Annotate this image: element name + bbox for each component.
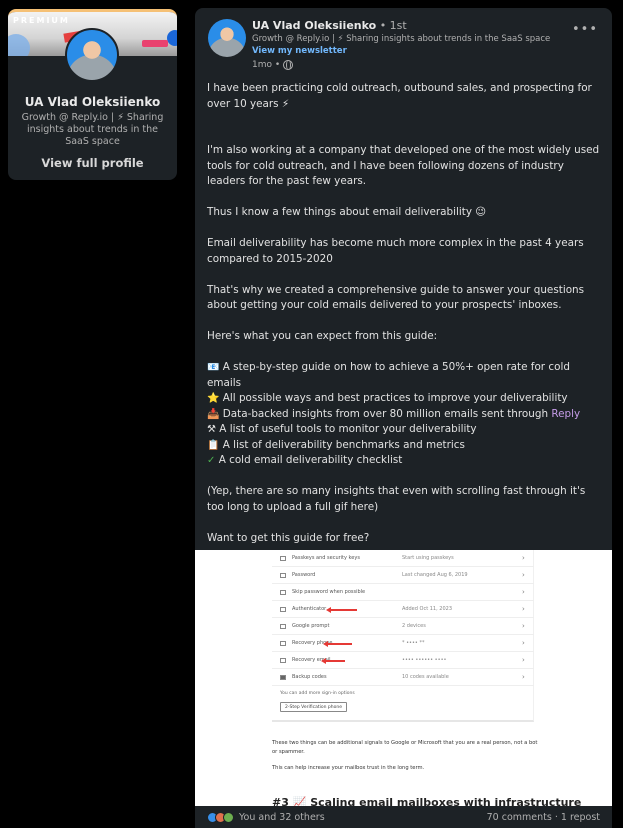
more-options-button[interactable]: ••• [572,22,598,37]
checkmark-icon: ✓ [207,455,216,466]
skip-password-icon [280,589,286,595]
profile-headline: Growth @ Reply.io | ⚡ Sharing insights a… [21,112,164,147]
banner-decoration [8,34,30,56]
post-media-image[interactable]: Passkeys and security keys Start using pa… [195,550,612,806]
view-newsletter-link[interactable]: View my newsletter [252,46,347,56]
authenticator-icon [280,606,286,612]
chevron-right-icon: › [522,622,525,630]
reactions-summary[interactable]: You and 32 others [207,811,325,823]
view-full-profile-button[interactable]: View full profile [8,156,177,170]
profile-card: PREMIUM UA Vlad Oleksiienko Growth @ Rep… [8,9,177,180]
post-time: 1mo • [252,60,281,70]
chevron-right-icon: › [522,639,525,647]
profile-name[interactable]: UA Vlad Oleksiienko [8,95,177,109]
image-heading: #3 📈 Scaling email mailboxes with infras… [272,796,582,806]
email-icon [280,657,286,663]
red-arrow-annotation [323,640,352,647]
settings-row: Skip password when possible › [272,584,534,601]
chevron-right-icon: › [522,588,525,596]
reaction-icons [207,811,234,823]
list-item: ⭐ All possible ways and best practices t… [207,391,603,407]
settings-row: Recovery email •••• •••••• •••• › [272,652,534,669]
image-text: These two things can be additional signa… [272,740,538,755]
settings-row: Passkeys and security keys Start using pa… [272,550,534,567]
chevron-right-icon: › [522,571,525,579]
settings-row: Google prompt 2 devices › [272,618,534,635]
chevron-right-icon: › [522,673,525,681]
settings-row: Password Last changed Aug 6, 2019 › [272,567,534,584]
more-signin-options-text: You can add more sign-in options [280,691,355,696]
settings-row: Recovery phone * •••• ** › [272,635,534,652]
post-paragraph: Thus I know a few things about email del… [207,206,487,218]
post-paragraph: Want to get this guide for free? [207,531,370,544]
star-icon: ⭐ [207,393,220,404]
chevron-right-icon: › [522,605,525,613]
inbox-icon: 📥 [207,408,220,420]
comments-reposts-count[interactable]: 70 comments · 1 repost [487,812,600,823]
clipboard-icon: 📋 [207,439,220,451]
post-meta: 1mo • [252,60,294,70]
post-paragraph: That's why we created a comprehensive gu… [207,283,585,312]
post-paragraph: I'm also working at a company that devel… [207,144,600,187]
envelope-icon: 📧 [207,362,220,373]
globe-icon [283,60,294,70]
connection-degree: • 1st [376,19,407,32]
chevron-right-icon: › [522,554,525,562]
support-icon [223,811,234,823]
post-paragraph: Email deliverability has become much mor… [207,237,584,265]
settings-row: Backup codes 10 codes available › [272,669,534,686]
two-step-phone-button: 2-Step Verification phone [280,702,347,712]
password-icon [280,572,286,578]
author-name-line[interactable]: UA Vlad Oleksiienko • 1st [252,19,407,32]
premium-badge: PREMIUM [13,16,70,25]
post-paragraph: I have been practicing cold outreach, ou… [207,82,592,110]
banner-decoration [167,30,177,46]
settings-row: Authenticator Added Oct 11, 2023 › [272,601,534,618]
reply-mention-link[interactable]: Reply [551,408,580,420]
phone-icon [280,623,286,629]
post-body: I have been practicing cold outreach, ou… [207,81,603,577]
red-arrow-annotation [321,657,345,664]
post-card: UA Vlad Oleksiienko • 1st Growth @ Reply… [195,8,612,828]
list-item: 📋 A list of deliverability benchmarks an… [207,438,603,454]
security-settings-screenshot: Passkeys and security keys Start using pa… [272,550,534,722]
backup-codes-icon [280,674,286,680]
tools-icon: ⚒ [207,424,216,435]
reactions-count[interactable]: You and 32 others [239,812,325,823]
author-headline: Growth @ Reply.io | ⚡ Sharing insights a… [252,34,551,44]
post-paragraph: Here's what you can expect from this gui… [207,330,438,342]
profile-avatar[interactable] [65,28,119,82]
chevron-right-icon: › [522,656,525,664]
social-counts-bar: You and 32 others 70 comments · 1 repost [195,806,612,828]
list-item: ⚒ A list of useful tools to monitor your… [207,422,603,438]
post-paragraph: (Yep, there are so many insights that ev… [207,485,586,513]
author-name[interactable]: UA Vlad Oleksiienko [252,19,376,32]
phone-icon [280,640,286,646]
list-item: 📧 A step-by-step guide on how to achieve… [207,361,570,389]
red-arrow-annotation [326,606,357,613]
list-item: ✓ A cold email deliverability checklist [207,453,603,469]
image-text: This can help increase your mailbox trus… [272,765,425,771]
list-item: 📥 Data-backed insights from over 80 mill… [207,407,603,423]
passkey-icon [280,555,286,561]
banner-decoration [142,40,168,47]
author-avatar[interactable] [208,19,246,57]
